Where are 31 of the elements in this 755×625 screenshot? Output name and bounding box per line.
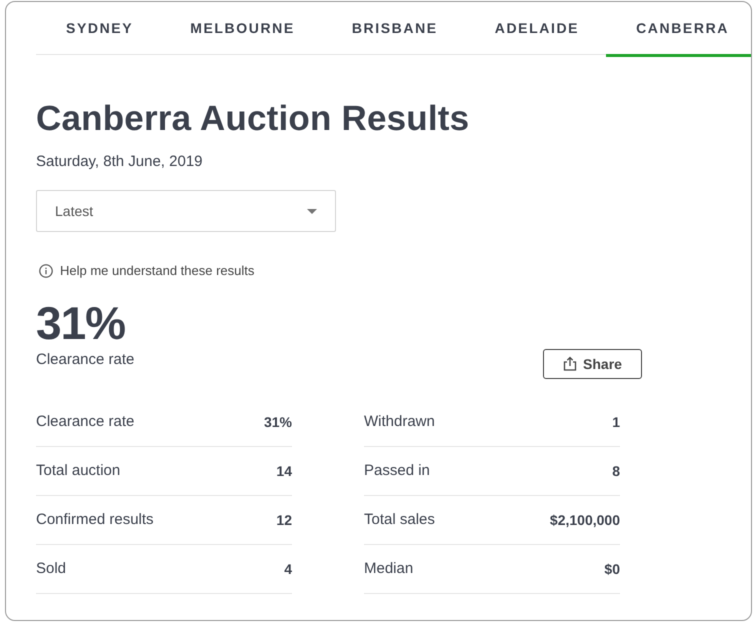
stat-value: 4 — [284, 560, 292, 576]
page-title: Canberra Auction Results — [36, 98, 470, 140]
city-tab[interactable]: CANBERRA — [606, 2, 751, 57]
stat-value: $2,100,000 — [550, 512, 620, 528]
stat-value: $0 — [604, 560, 620, 576]
clearance-rate-label: Clearance rate — [36, 350, 134, 368]
stat-value: 1 — [612, 414, 620, 430]
stat-value: 12 — [276, 512, 292, 528]
stat-value: 8 — [612, 462, 620, 478]
select-dropdown[interactable]: Latest — [36, 190, 336, 232]
clearance-rate-value: 31% — [36, 296, 126, 348]
stat-label: Sold — [36, 560, 66, 577]
city-tab[interactable]: ADELAIDE — [464, 2, 606, 57]
city-tab[interactable]: BRISBANE — [322, 2, 465, 57]
stat-label: Clearance rate — [36, 413, 134, 430]
stat-label: Confirmed results — [36, 511, 154, 528]
stat-value: 14 — [276, 462, 292, 478]
share-icon — [563, 356, 578, 371]
help-link[interactable]: Help me understand these results — [36, 263, 254, 278]
date-text: Saturday, 8th June, 2019 — [36, 153, 204, 170]
caret-icon — [307, 208, 317, 214]
stat-label: Passed in — [364, 462, 430, 479]
stat-label: Withdrawn — [364, 413, 435, 430]
stat-label: Median — [364, 560, 414, 577]
city-tab[interactable]: SYDNEY — [36, 2, 160, 57]
share-button[interactable]: Share — [543, 348, 642, 378]
stat-value: 31% — [264, 414, 292, 430]
city-tab[interactable]: MELBOURNE — [160, 2, 322, 57]
stat-label: Total sales — [364, 511, 435, 528]
info-icon — [39, 264, 53, 278]
stat-label: Total auction — [36, 462, 120, 479]
